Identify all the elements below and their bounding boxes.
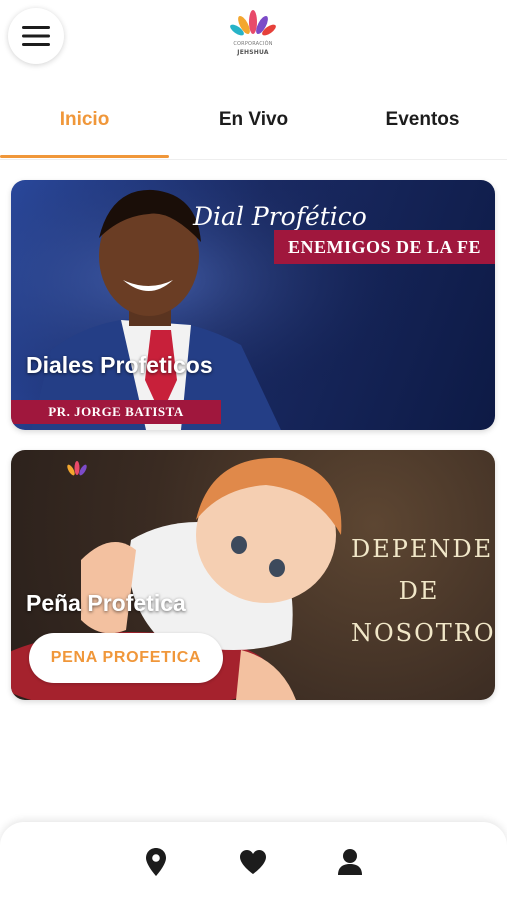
card-title: Diales Profeticos [26, 352, 213, 378]
brand-logo: CORPORACIÓN JEHSHUA [228, 8, 278, 62]
menu-button[interactable] [8, 8, 64, 64]
tab-en-vivo[interactable]: En Vivo [169, 96, 338, 144]
slogan-line-3: NOSOTROS [351, 619, 495, 647]
lotus-logo-icon [230, 10, 276, 36]
pena-profetica-button[interactable]: PENA PROFETICA [29, 633, 223, 683]
tab-bar: Inicio En Vivo Eventos [0, 96, 507, 160]
slogan-line-1: DEPENDE [351, 535, 494, 563]
nav-location[interactable] [140, 846, 172, 878]
logo-text-line1: CORPORACIÓN [233, 41, 273, 47]
user-icon [338, 849, 362, 875]
slogan-text: DEPENDE DE NOSOTROS [351, 528, 495, 654]
card-pena-profetica[interactable]: DEPENDE DE NOSOTROS Peña Profetica PENA … [11, 450, 495, 700]
tab-eventos[interactable]: Eventos [338, 96, 507, 144]
pastor-name-banner: PR. JORGE BATISTA [11, 400, 221, 424]
slogan-line-2: DE [398, 577, 440, 605]
card-diales-profeticos[interactable]: Dial Profético ENEMIGOS DE LA FE Diales … [11, 180, 495, 430]
nav-profile[interactable] [334, 846, 366, 878]
active-tab-indicator [0, 155, 169, 158]
card-image-script-text: Dial Profético [193, 202, 367, 231]
app-header: CORPORACIÓN JEHSHUA [0, 0, 507, 80]
card-title: Peña Profetica [26, 590, 186, 616]
nav-favorites[interactable] [237, 846, 269, 878]
lotus-logo-icon [67, 461, 87, 476]
bottom-navigation [0, 822, 507, 900]
card-image-banner: ENEMIGOS DE LA FE [274, 230, 495, 264]
tab-inicio[interactable]: Inicio [0, 96, 169, 144]
hamburger-menu-icon [22, 26, 50, 46]
location-pin-icon [146, 848, 166, 876]
heart-icon [240, 850, 266, 874]
logo-text-line2: JEHSHUA [237, 49, 269, 56]
